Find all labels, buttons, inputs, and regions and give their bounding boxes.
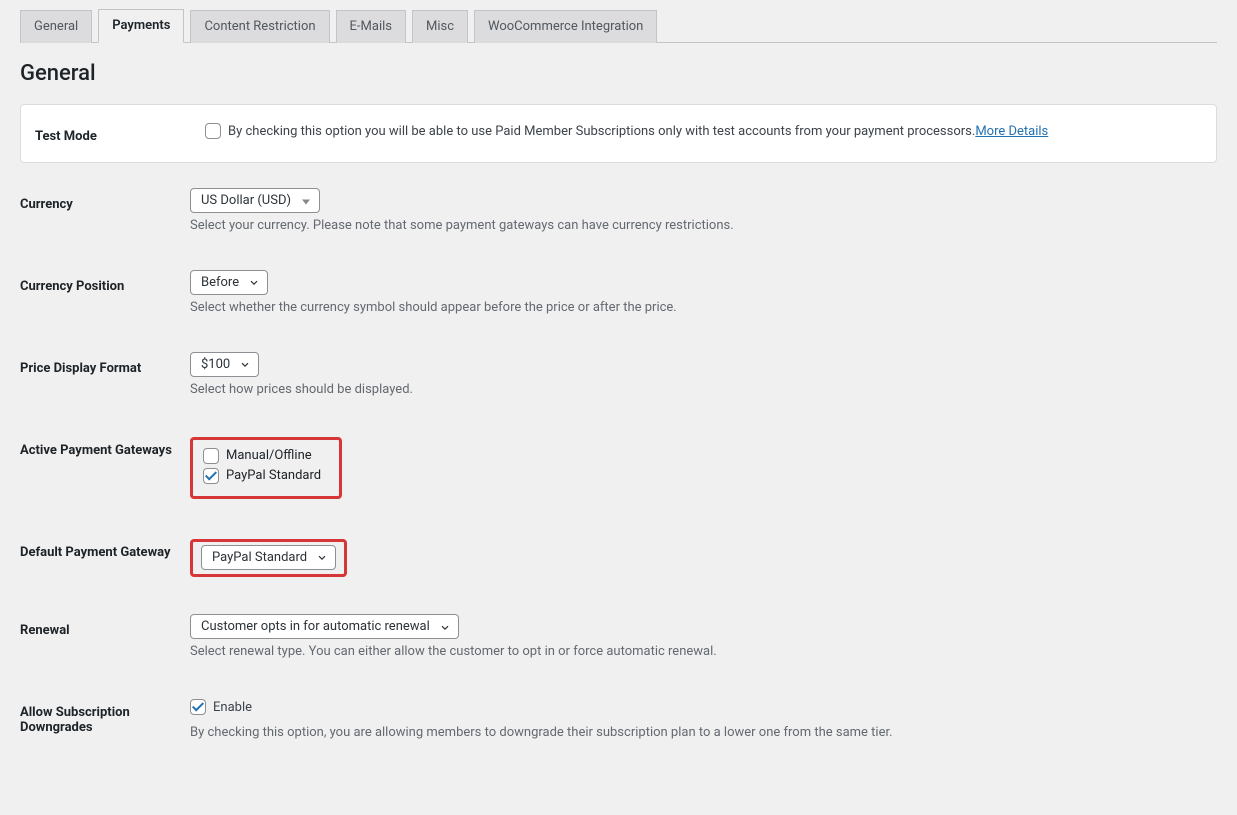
- desc-currency-position: Select whether the currency symbol shoul…: [190, 300, 1217, 315]
- settings-tabs: General Payments Content Restriction E-M…: [20, 0, 1217, 43]
- row-test-mode: Test Mode By checking this option you wi…: [20, 104, 1217, 163]
- row-default-gateway: Default Payment Gateway PayPal Standard: [20, 521, 1217, 600]
- gateway-label-paypal: PayPal Standard: [226, 468, 321, 483]
- row-currency: Currency US Dollar (USD) Select your cur…: [20, 173, 1217, 255]
- select-currency-position[interactable]: Before: [190, 270, 268, 295]
- row-price-display: Price Display Format $100 Select how pri…: [20, 337, 1217, 419]
- label-currency-position: Currency Position: [20, 273, 190, 294]
- checkbox-gateway-paypal[interactable]: [203, 468, 219, 484]
- payments-form: Test Mode By checking this option you wi…: [20, 104, 1217, 762]
- checkbox-test-mode[interactable]: [205, 123, 221, 139]
- row-currency-position: Currency Position Before Select whether …: [20, 255, 1217, 337]
- row-active-gateways: Active Payment Gateways Manual/Offline P…: [20, 419, 1217, 521]
- desc-downgrades: By checking this option, you are allowin…: [190, 725, 1217, 740]
- tab-content-restriction[interactable]: Content Restriction: [190, 10, 329, 43]
- tab-emails[interactable]: E-Mails: [336, 10, 406, 43]
- tab-misc[interactable]: Misc: [412, 10, 468, 43]
- label-test-mode: Test Mode: [35, 123, 205, 144]
- label-renewal: Renewal: [20, 617, 190, 638]
- label-active-gateways: Active Payment Gateways: [20, 437, 190, 458]
- tab-payments[interactable]: Payments: [98, 9, 184, 43]
- checkbox-enable-downgrades[interactable]: [190, 699, 206, 715]
- desc-test-mode: By checking this option you will be able…: [228, 124, 975, 139]
- desc-currency: Select your currency. Please note that s…: [190, 218, 1217, 233]
- gateway-item-manual: Manual/Offline: [203, 448, 321, 464]
- label-enable: Enable: [213, 700, 252, 715]
- select-currency[interactable]: US Dollar (USD): [190, 188, 320, 213]
- label-price-display: Price Display Format: [20, 355, 190, 376]
- desc-renewal: Select renewal type. You can either allo…: [190, 644, 1217, 659]
- tab-general[interactable]: General: [20, 10, 92, 43]
- select-default-gateway[interactable]: PayPal Standard: [201, 545, 336, 570]
- desc-price-display: Select how prices should be displayed.: [190, 382, 1217, 397]
- select-renewal[interactable]: Customer opts in for automatic renewal: [190, 614, 459, 639]
- gateway-label-manual: Manual/Offline: [226, 448, 312, 463]
- highlight-default-gateway: PayPal Standard: [190, 539, 347, 578]
- row-downgrades: Allow Subscription Downgrades Enable By …: [20, 681, 1217, 762]
- row-renewal: Renewal Customer opts in for automatic r…: [20, 599, 1217, 681]
- section-heading: General: [20, 61, 1217, 86]
- label-default-gateway: Default Payment Gateway: [20, 539, 190, 560]
- tab-woocommerce-integration[interactable]: WooCommerce Integration: [474, 10, 657, 43]
- highlight-active-gateways: Manual/Offline PayPal Standard: [190, 437, 342, 499]
- select-price-display[interactable]: $100: [190, 352, 259, 377]
- label-downgrades: Allow Subscription Downgrades: [20, 699, 190, 735]
- link-more-details[interactable]: More Details: [975, 124, 1048, 139]
- gateway-item-paypal: PayPal Standard: [203, 468, 321, 484]
- checkbox-gateway-manual[interactable]: [203, 448, 219, 464]
- label-currency: Currency: [20, 191, 190, 212]
